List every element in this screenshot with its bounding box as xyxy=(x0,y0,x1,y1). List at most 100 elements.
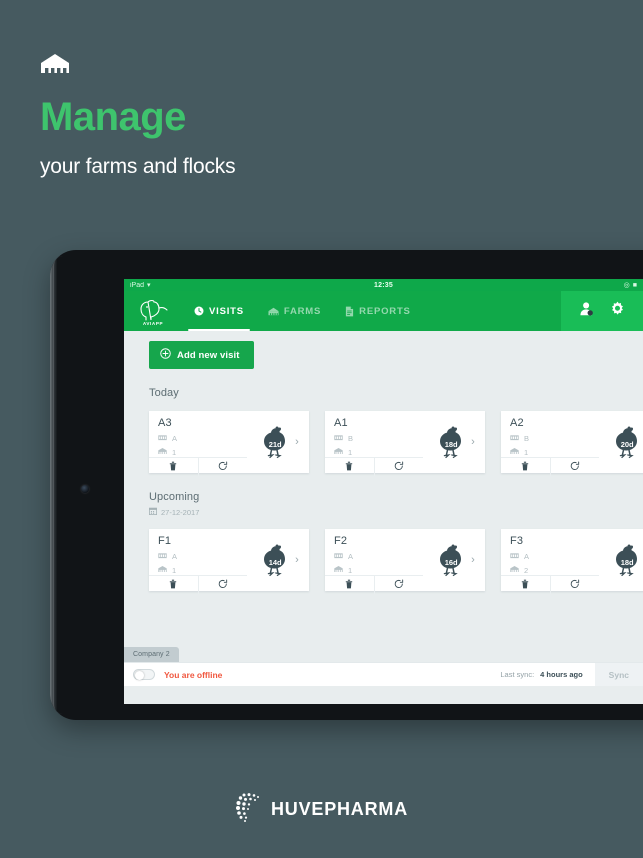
visit-card-days-badge: 14d xyxy=(268,558,282,567)
visit-card[interactable]: F3 A 2 18d xyxy=(501,529,643,594)
front-camera-icon xyxy=(81,485,89,493)
restore-visit-button[interactable] xyxy=(197,458,248,476)
visit-card-title: A3 xyxy=(158,417,172,429)
visit-card-house: A xyxy=(158,552,247,561)
delete-visit-button[interactable] xyxy=(149,576,198,594)
visit-card[interactable]: F1 A 1 14d › xyxy=(149,529,309,594)
trash-icon xyxy=(345,576,353,594)
chevron-right-icon[interactable]: › xyxy=(471,436,475,448)
tab-reports[interactable]: REPORTS xyxy=(333,291,423,331)
offline-status-text: You are offline xyxy=(164,669,223,680)
tab-visits[interactable]: VISITS xyxy=(182,291,256,331)
restore-icon xyxy=(394,458,404,476)
visit-card-house: A xyxy=(510,552,599,561)
delete-visit-button[interactable] xyxy=(501,576,550,594)
sync-button[interactable]: Sync xyxy=(594,663,643,686)
trash-icon xyxy=(169,458,177,476)
chicken-icon: 21d xyxy=(257,425,293,459)
visit-card[interactable]: A3 A 1 21d › xyxy=(149,411,309,476)
app-logo[interactable]: AVIAPP xyxy=(124,291,182,331)
visit-card-right[interactable]: 18d › xyxy=(599,529,643,591)
visit-card-left: A3 A 1 xyxy=(149,411,247,476)
restore-icon xyxy=(218,576,228,594)
section-upcoming-cards: F1 A 1 14d › F2 A 1 16d › F3 A 2 18d xyxy=(124,517,643,594)
visit-card-info: A3 A 1 xyxy=(149,411,247,457)
visit-card-house: B xyxy=(510,434,599,443)
delete-visit-button[interactable] xyxy=(501,458,550,476)
offline-toggle[interactable] xyxy=(133,669,155,680)
add-new-visit-button[interactable]: Add new visit xyxy=(149,341,254,369)
add-new-visit-label: Add new visit xyxy=(177,349,240,361)
visit-card-house-value: A xyxy=(348,551,354,561)
visit-card-flock: 1 xyxy=(334,565,423,575)
barn-icon xyxy=(40,52,70,76)
trash-icon xyxy=(345,458,353,476)
app-logo-word: AVIAPP xyxy=(142,321,164,326)
visit-card-info: F1 A 1 xyxy=(149,529,247,575)
visit-card-title: A2 xyxy=(510,417,524,429)
visit-card-right[interactable]: 18d › xyxy=(423,411,485,473)
barn-row-icon xyxy=(334,434,343,443)
chevron-right-icon[interactable]: › xyxy=(295,554,299,566)
visit-card-flock: 1 xyxy=(510,447,599,457)
trash-icon xyxy=(169,576,177,594)
visit-card-right[interactable]: 16d › xyxy=(423,529,485,591)
visit-card-left: F3 A 2 xyxy=(501,529,600,594)
clock-icon xyxy=(194,306,204,316)
visit-card-actions xyxy=(149,457,247,476)
visit-card-house: A xyxy=(158,434,247,443)
visit-card-info: F3 A 2 xyxy=(501,529,599,575)
visit-card-flock: 1 xyxy=(334,447,423,457)
visit-card-days-badge: 18d xyxy=(444,440,458,449)
section-today-title: Today xyxy=(149,387,179,399)
nav-actions xyxy=(561,291,643,331)
visit-card[interactable]: A1 B 1 18d › xyxy=(325,411,485,476)
chevron-right-icon[interactable]: › xyxy=(471,554,475,566)
visit-card-house: A xyxy=(334,552,423,561)
user-icon[interactable] xyxy=(579,301,595,322)
visit-card-right[interactable]: 21d › xyxy=(247,411,309,473)
gear-icon[interactable] xyxy=(610,301,625,321)
barn-icon xyxy=(510,565,519,575)
visit-card-flock-value: 2 xyxy=(524,565,529,575)
barn-icon xyxy=(510,447,519,457)
restore-visit-button[interactable] xyxy=(549,576,600,594)
document-icon xyxy=(345,306,354,317)
delete-visit-button[interactable] xyxy=(149,458,198,476)
tab-visits-label: VISITS xyxy=(209,305,244,317)
visit-card-actions xyxy=(325,575,423,594)
calendar-icon xyxy=(149,507,157,517)
visit-card-right[interactable]: 14d › xyxy=(247,529,309,591)
sync-area: Last sync: 4 hours ago Sync xyxy=(500,663,643,686)
barn-icon xyxy=(268,307,279,316)
visit-card-flock-value: 1 xyxy=(348,447,353,457)
tab-farms-label: FARMS xyxy=(283,305,322,317)
restore-visit-button[interactable] xyxy=(549,458,600,476)
section-today-cards: A3 A 1 21d › A1 B 1 18d › A2 B 1 20d xyxy=(124,399,643,476)
delete-visit-button[interactable] xyxy=(325,576,374,594)
barn-icon xyxy=(334,565,343,575)
chevron-right-icon[interactable]: › xyxy=(295,436,299,448)
page-title: Manage xyxy=(40,95,186,139)
restore-visit-button[interactable] xyxy=(197,576,248,594)
restore-visit-button[interactable] xyxy=(373,576,424,594)
brand-footer-name: HUVEPHARMA xyxy=(270,799,408,819)
barn-row-icon xyxy=(334,552,343,561)
visit-card[interactable]: A2 B 1 20d xyxy=(501,411,643,476)
visit-card-right[interactable]: 20d › xyxy=(599,411,643,473)
section-upcoming-date: 27-12-2017 xyxy=(149,507,643,517)
delete-visit-button[interactable] xyxy=(325,458,374,476)
trash-icon xyxy=(521,458,529,476)
app-screen: iPad ▾ 12:35 ◎ ■ AVIAPP VISITS FARMS REP… xyxy=(124,279,643,704)
visit-card-left: F1 A 1 xyxy=(149,529,248,594)
tab-farms[interactable]: FARMS xyxy=(256,291,333,331)
plus-circle-icon xyxy=(160,348,171,362)
visit-card-title: F2 xyxy=(334,535,348,547)
visit-card-left: A2 B 1 xyxy=(501,411,600,476)
visit-card[interactable]: F2 A 1 16d › xyxy=(325,529,485,594)
restore-visit-button[interactable] xyxy=(373,458,424,476)
visit-card-days-badge: 20d xyxy=(620,440,634,449)
company-tab[interactable]: Company 2 xyxy=(124,647,179,662)
visit-card-info: A1 B 1 xyxy=(325,411,423,457)
page-subtitle: your farms and flocks xyxy=(40,155,236,178)
